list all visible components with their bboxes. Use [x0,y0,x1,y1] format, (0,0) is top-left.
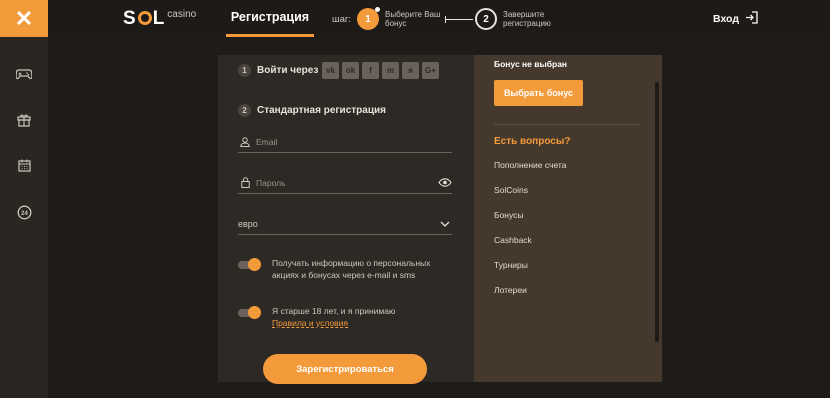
registration-form: 1 Войти через vk ok f m я G+ 2 Стандартн… [218,55,474,384]
ok-login-button[interactable]: ok [342,62,359,79]
left-rail: ✕ 24 [0,0,48,398]
login-label: Вход [713,13,739,25]
social-login-label: Войти через [257,65,319,76]
social-buttons: vk ok f m я G+ [322,62,439,79]
faq-item-bonuses[interactable]: Бонусы [494,210,566,235]
bonus-status: Бонус не выбран [494,59,568,69]
standard-registration-label: Стандартная регистрация [257,105,386,116]
age-terms-toggle[interactable] [238,306,261,319]
logo-letter-l: L [152,8,166,29]
faq-item-cashback[interactable]: Cashback [494,235,566,260]
svg-text:24: 24 [21,210,28,216]
sidebar-scrollbar[interactable] [655,82,659,342]
standard-registration-section: 2 Стандартная регистрация [238,104,386,117]
age-terms-text: Я старше 18 лет, и я принимаю Правила и … [272,305,452,329]
step-1-number: 1 [365,13,371,25]
newsletter-text: Получать информацию о персональных акция… [272,258,431,280]
calendar-icon[interactable] [14,155,34,175]
logo-suffix: casino [167,9,197,20]
logo[interactable]: S L casino [123,8,196,30]
login-button[interactable]: Вход [713,11,758,27]
bonus-sidebar: Бонус не выбран Выбрать бонус Есть вопро… [474,55,662,382]
step-2-text: Завершите регистрацию [503,10,551,28]
register-button[interactable]: Зарегистрироваться [263,354,427,384]
step-dot-icon [375,7,381,12]
faq-title: Есть вопросы? [494,136,571,147]
currency-select[interactable]: евро [238,213,452,235]
toggle-knob [248,306,261,319]
registration-steps: шаг: 1 Выберите Ваш бонус 2 Завершите ре… [332,6,563,32]
step-1-text: Выберите Ваш бонус [385,10,441,28]
toggle-knob [248,258,261,271]
social-login-section: 1 Войти через [238,64,318,77]
faq-item-tournaments[interactable]: Турниры [494,260,566,285]
terms-link[interactable]: Правила и условия [272,318,348,328]
email-field [238,131,452,153]
support-24-icon[interactable]: 24 [14,202,34,222]
lock-icon [238,177,252,188]
faq-item-lotteries[interactable]: Лотереи [494,285,566,310]
login-arrow-icon [745,11,758,27]
logo-sun-icon [137,11,152,25]
faq-list: Пополнение счета SolCoins Бонусы Cashbac… [494,160,566,310]
facebook-login-button[interactable]: f [362,62,379,79]
choose-bonus-button[interactable]: Выбрать бонус [494,80,583,106]
faq-item-solcoins[interactable]: SolCoins [494,185,566,210]
currency-value: евро [238,218,258,229]
password-field [238,172,452,194]
steps-label: шаг: [332,13,352,25]
step-2-number: 2 [483,13,489,25]
page-title: Регистрация [226,0,314,37]
faq-item-deposit[interactable]: Пополнение счета [494,160,566,185]
newsletter-toggle[interactable] [238,258,261,271]
divider [494,124,640,125]
header: S L casino Регистрация шаг: 1 Выберите В… [48,0,830,37]
vk-login-button[interactable]: vk [322,62,339,79]
step-connector [445,15,474,23]
mailru-login-button[interactable]: m [382,62,399,79]
show-password-icon[interactable] [438,178,452,187]
section-1-number: 1 [238,64,251,77]
chevron-down-icon [438,221,452,227]
gift-icon[interactable] [14,110,34,130]
section-2-number: 2 [238,104,251,117]
close-button[interactable]: ✕ [0,0,48,37]
step-2-indicator: 2 [475,8,498,30]
password-input[interactable] [252,177,438,188]
yandex-login-button[interactable]: я [402,62,419,79]
email-input[interactable] [252,136,452,147]
logo-letter-s: S [123,8,137,29]
user-icon [238,136,252,147]
step-1-indicator: 1 [357,7,381,30]
gamepad-icon[interactable] [14,64,34,84]
google-plus-login-button[interactable]: G+ [422,62,439,79]
age-text: Я старше 18 лет, и я принимаю [272,306,396,316]
